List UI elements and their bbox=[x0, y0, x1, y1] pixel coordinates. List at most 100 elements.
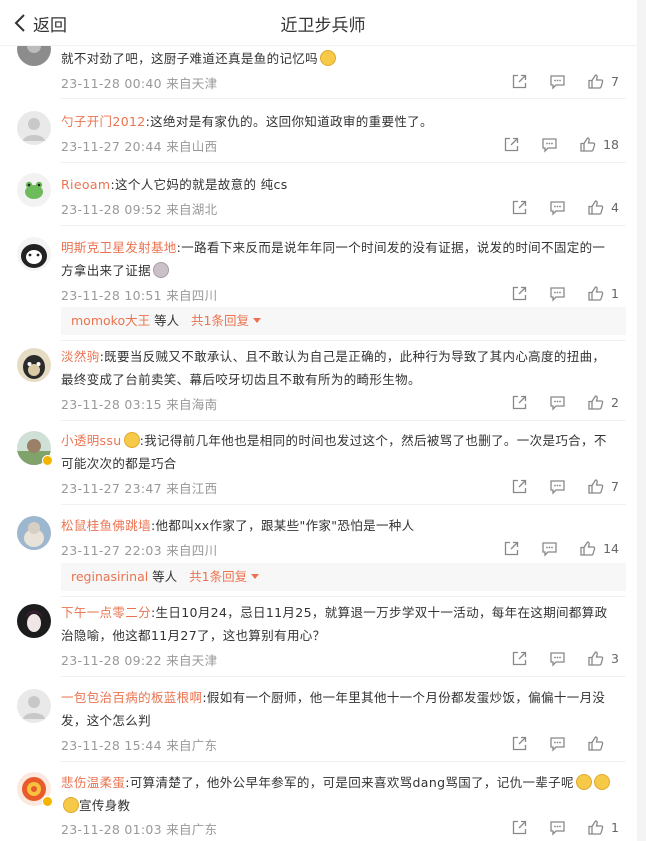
comment-author[interactable]: 悲伤温柔蛋 bbox=[61, 775, 125, 790]
divider bbox=[61, 420, 626, 421]
comment-actions: 2 bbox=[490, 394, 619, 411]
emoji-icon bbox=[152, 262, 169, 278]
like-icon[interactable] bbox=[587, 394, 604, 411]
like-icon[interactable] bbox=[587, 819, 604, 836]
caret-down-icon bbox=[251, 574, 260, 579]
comment-meta: 23-11-27 20:44 来自山西 bbox=[61, 139, 218, 154]
comment-author[interactable]: 勺子开门2012 bbox=[61, 114, 146, 129]
avatar[interactable] bbox=[17, 173, 51, 207]
like-count: 4 bbox=[611, 200, 619, 215]
comment-actions: 4 bbox=[490, 199, 619, 216]
share-icon[interactable] bbox=[511, 478, 528, 495]
comment-text: Rieoam:这个人它妈的就是故意的 纯cs bbox=[61, 177, 288, 192]
comment-icon[interactable] bbox=[549, 73, 566, 90]
verified-badge-icon bbox=[42, 796, 53, 807]
comment-actions: 3 bbox=[490, 650, 619, 667]
like-icon[interactable] bbox=[587, 650, 604, 667]
crown-emoji-icon bbox=[123, 432, 140, 448]
reply-summary[interactable]: momoko大王 等人 共1条回复 bbox=[61, 307, 626, 335]
like-count: 18 bbox=[603, 137, 619, 152]
avatar[interactable] bbox=[17, 237, 51, 271]
comment-meta: 23-11-28 01:03 来自广东 bbox=[61, 822, 218, 837]
comment-icon[interactable] bbox=[549, 650, 566, 667]
top-bar: 返回 近卫步兵师 bbox=[0, 0, 646, 46]
like-icon[interactable] bbox=[587, 199, 604, 216]
like-icon[interactable] bbox=[579, 136, 596, 153]
avatar[interactable] bbox=[17, 689, 51, 723]
comment-text: 小透明ssu:我记得前几年他也是相同的时间也发过这个，然后被骂了也删了。一次是巧… bbox=[61, 432, 607, 471]
divider bbox=[61, 761, 626, 762]
comment-text: 松鼠桂鱼佛跳墙:他都叫xx作家了，跟某些"作家"恐怕是一种人 bbox=[61, 518, 415, 533]
laugh-emoji-icon bbox=[63, 797, 79, 813]
comment-icon[interactable] bbox=[549, 199, 566, 216]
comment-text: 勺子开门2012:这绝对是有家仇的。这回你知道政审的重要性了。 bbox=[61, 114, 433, 129]
share-icon[interactable] bbox=[503, 136, 520, 153]
comment-author[interactable]: 下午一点零二分 bbox=[61, 605, 151, 620]
like-count: 3 bbox=[611, 651, 619, 666]
comment-text: 一包包治百病的板蓝根啊:假如有一个厨师，他一年里其他十一个月份都发蛋炒饭，偏偏十… bbox=[61, 690, 606, 728]
like-icon[interactable] bbox=[587, 73, 604, 90]
comment-author[interactable]: 小透明ssu bbox=[61, 433, 122, 448]
comment-author[interactable]: 淡然驹 bbox=[61, 349, 100, 364]
comment-icon[interactable] bbox=[549, 819, 566, 836]
divider bbox=[61, 98, 626, 99]
comment-icon[interactable] bbox=[549, 394, 566, 411]
scrollbar[interactable] bbox=[637, 0, 646, 841]
comment-author[interactable]: 明斯克卫星发射基地 bbox=[61, 240, 177, 255]
caret-down-icon bbox=[253, 318, 261, 323]
avatar[interactable] bbox=[17, 111, 51, 145]
smile-emoji-icon bbox=[320, 50, 337, 66]
comment-text: 明斯克卫星发射基地:一路看下来反而是说年年同一个时间发的没有证据，说发的时间不固… bbox=[61, 240, 606, 278]
share-icon[interactable] bbox=[511, 285, 528, 302]
avatar[interactable] bbox=[17, 604, 51, 638]
reply-summary[interactable]: reginasirinal 等人 共1条回复 bbox=[61, 563, 626, 591]
like-count: 1 bbox=[611, 286, 619, 301]
reply-user[interactable]: momoko大王 bbox=[71, 313, 150, 328]
divider bbox=[61, 504, 626, 505]
like-icon[interactable] bbox=[587, 478, 604, 495]
like-icon[interactable] bbox=[587, 285, 604, 302]
comment-icon[interactable] bbox=[549, 735, 566, 752]
comment-icon[interactable] bbox=[541, 540, 558, 557]
avatar[interactable] bbox=[17, 348, 51, 382]
share-icon[interactable] bbox=[503, 540, 520, 557]
comment-meta: 23-11-28 00:40 来自天津 bbox=[61, 76, 218, 91]
like-count: 7 bbox=[611, 74, 619, 89]
like-icon[interactable] bbox=[579, 540, 596, 557]
like-count: 1 bbox=[611, 820, 619, 835]
comment-actions bbox=[490, 735, 619, 752]
divider bbox=[61, 162, 626, 163]
comment-meta: 23-11-28 09:52 来自湖北 bbox=[61, 202, 218, 217]
comment-author[interactable]: Rieoam bbox=[61, 177, 110, 192]
divider bbox=[61, 225, 626, 226]
share-icon[interactable] bbox=[511, 735, 528, 752]
comment-meta: 23-11-28 10:51 来自四川 bbox=[61, 288, 218, 303]
reply-user[interactable]: reginasirinal bbox=[71, 569, 148, 584]
comment-author[interactable]: 一包包治百病的板蓝根啊 bbox=[61, 690, 202, 705]
share-icon[interactable] bbox=[511, 199, 528, 216]
expand-replies-link[interactable]: 共1条回复 bbox=[191, 313, 261, 328]
comment-author[interactable]: 松鼠桂鱼佛跳墙 bbox=[61, 518, 151, 533]
share-icon[interactable] bbox=[511, 394, 528, 411]
expand-replies-link[interactable]: 共1条回复 bbox=[189, 569, 260, 584]
share-icon[interactable] bbox=[511, 73, 528, 90]
laugh-emoji-icon bbox=[593, 774, 610, 790]
divider bbox=[61, 340, 626, 341]
comment-icon[interactable] bbox=[549, 285, 566, 302]
like-count: 14 bbox=[603, 541, 619, 556]
comment-icon[interactable] bbox=[541, 136, 558, 153]
comment-text: 就不对劲了吧，这厨子难道还真是鱼的记忆吗 bbox=[61, 47, 617, 70]
share-icon[interactable] bbox=[511, 819, 528, 836]
like-icon[interactable] bbox=[587, 735, 604, 752]
like-count: 7 bbox=[611, 479, 619, 494]
comment-text: 悲伤温柔蛋:可算清楚了，他外公早年参军的，可是回来喜欢骂dang骂国了，记仇一辈… bbox=[61, 771, 617, 817]
comment-icon[interactable] bbox=[549, 478, 566, 495]
comment-actions: 7 bbox=[490, 73, 619, 90]
comment-text: 下午一点零二分:生日10月24，忌日11月25，就算退一万步学双十一活动，每年在… bbox=[61, 605, 608, 643]
avatar[interactable] bbox=[17, 516, 51, 550]
divider bbox=[61, 596, 626, 597]
divider bbox=[61, 676, 626, 677]
comment-actions: 18 bbox=[482, 136, 619, 153]
comment-actions: 7 bbox=[490, 478, 619, 495]
share-icon[interactable] bbox=[511, 650, 528, 667]
